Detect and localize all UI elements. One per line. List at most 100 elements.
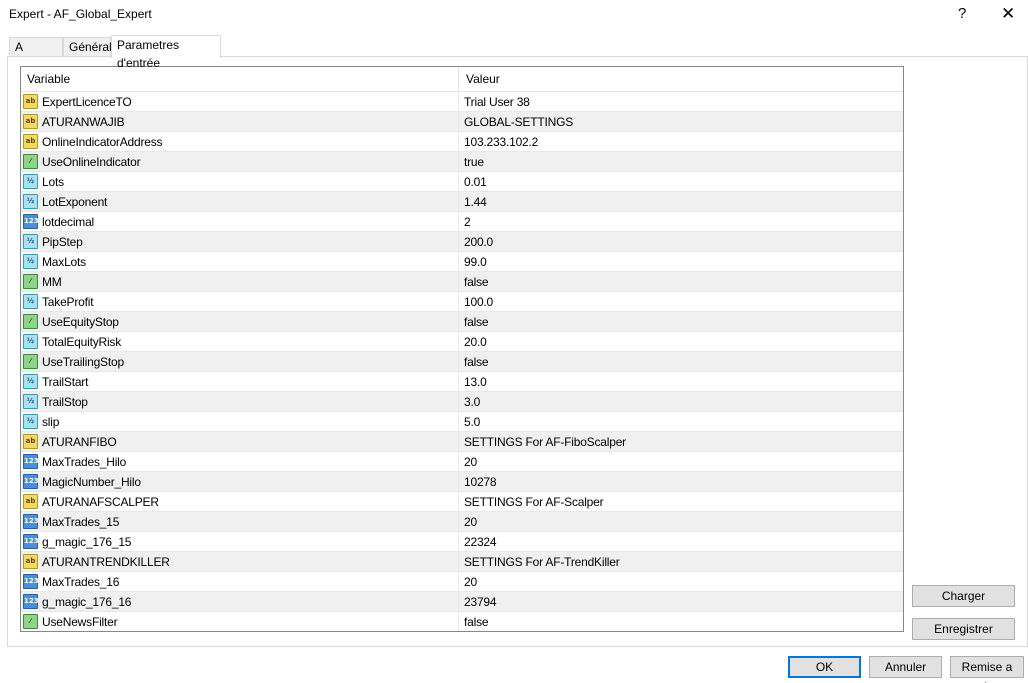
table-row[interactable]: ⁄ UseOnlineIndicator true bbox=[21, 152, 903, 172]
close-button[interactable]: ✕ bbox=[1001, 4, 1015, 24]
variable-value[interactable]: false bbox=[464, 615, 489, 629]
table-row[interactable]: ½ LotExponent 1.44 bbox=[21, 192, 903, 212]
variable-value[interactable]: 103.233.102.2 bbox=[464, 135, 538, 149]
reset-button[interactable]: Remise a zéro bbox=[950, 656, 1024, 683]
table-row[interactable]: 123 lotdecimal 2 bbox=[21, 212, 903, 232]
variable-name: Lots bbox=[42, 175, 64, 189]
cell-divider bbox=[458, 412, 459, 432]
variable-value[interactable]: 99.0 bbox=[464, 255, 487, 269]
table-row[interactable]: ⁄ MM false bbox=[21, 272, 903, 292]
table-row[interactable]: ½ Lots 0.01 bbox=[21, 172, 903, 192]
table-row[interactable]: 123 MaxTrades_Hilo 20 bbox=[21, 452, 903, 472]
variable-value[interactable]: 20 bbox=[464, 575, 477, 589]
variable-value[interactable]: 20 bbox=[464, 515, 477, 529]
table-row[interactable]: ½ MaxLots 99.0 bbox=[21, 252, 903, 272]
table-row[interactable]: ab OnlineIndicatorAddress 103.233.102.2 bbox=[21, 132, 903, 152]
variable-value[interactable]: 20 bbox=[464, 455, 477, 469]
variable-name: g_magic_176_15 bbox=[42, 535, 132, 549]
table-row[interactable]: ½ slip 5.0 bbox=[21, 412, 903, 432]
table-row[interactable]: 123 MagicNumber_Hilo 10278 bbox=[21, 472, 903, 492]
variable-value[interactable]: SETTINGS For AF-TrendKiller bbox=[464, 555, 620, 569]
table-row[interactable]: ⁄ UseNewsFilter false bbox=[21, 612, 903, 631]
cell-divider bbox=[458, 432, 459, 452]
cell-divider bbox=[458, 472, 459, 492]
cell-divider bbox=[458, 372, 459, 392]
string-type-icon: ab bbox=[23, 554, 38, 569]
variable-name: LotExponent bbox=[42, 195, 108, 209]
string-type-icon: ab bbox=[23, 134, 38, 149]
variable-value[interactable]: 5.0 bbox=[464, 415, 480, 429]
variable-value[interactable]: 23794 bbox=[464, 595, 497, 609]
table-row[interactable]: ½ TotalEquityRisk 20.0 bbox=[21, 332, 903, 352]
variable-value[interactable]: 0.01 bbox=[464, 175, 487, 189]
variable-name: lotdecimal bbox=[42, 215, 95, 229]
variable-name: MagicNumber_Hilo bbox=[42, 475, 141, 489]
table-row[interactable]: 123 MaxTrades_15 20 bbox=[21, 512, 903, 532]
table-row[interactable]: ½ TakeProfit 100.0 bbox=[21, 292, 903, 312]
cell-divider bbox=[458, 172, 459, 192]
ok-button[interactable]: OK bbox=[788, 656, 861, 678]
cell-divider bbox=[458, 92, 459, 112]
table-row[interactable]: ab ATURANTRENDKILLER SETTINGS For AF-Trend… bbox=[21, 552, 903, 572]
variable-name: UseTrailingStop bbox=[42, 355, 124, 369]
double-type-icon: ½ bbox=[23, 374, 38, 389]
variable-value[interactable]: SETTINGS For AF-FiboScalper bbox=[464, 435, 626, 449]
variable-value[interactable]: 100.0 bbox=[464, 295, 493, 309]
cancel-button[interactable]: Annuler bbox=[869, 656, 942, 678]
column-header-value[interactable]: Valeur bbox=[466, 72, 500, 86]
table-row[interactable]: ½ TrailStop 3.0 bbox=[21, 392, 903, 412]
variable-value[interactable]: 2 bbox=[464, 215, 471, 229]
variable-value[interactable]: SETTINGS For AF-Scalper bbox=[464, 495, 604, 509]
variable-value[interactable]: 22324 bbox=[464, 535, 497, 549]
tab-general[interactable]: Général bbox=[63, 37, 112, 57]
table-row[interactable]: 123 g_magic_176_15 22324 bbox=[21, 532, 903, 552]
title-bar: Expert - AF_Global_Expert ? ✕ bbox=[0, 0, 1028, 30]
variable-name: ATURANTRENDKILLER bbox=[42, 555, 170, 569]
help-button[interactable]: ? bbox=[958, 5, 966, 22]
cell-divider bbox=[458, 332, 459, 352]
variable-value[interactable]: Trial User 38 bbox=[464, 95, 530, 109]
variable-value[interactable]: 20.0 bbox=[464, 335, 487, 349]
tab-parametres-entree[interactable]: Parametres d'entrée bbox=[111, 35, 221, 70]
table-row[interactable]: ⁄ UseEquityStop false bbox=[21, 312, 903, 332]
table-row[interactable]: ⁄ UseTrailingStop false bbox=[21, 352, 903, 372]
variable-value[interactable]: GLOBAL-SETTINGS bbox=[464, 115, 573, 129]
bool-type-icon: ⁄ bbox=[23, 274, 38, 289]
tab-a-propos[interactable]: A propos bbox=[9, 37, 63, 72]
double-type-icon: ½ bbox=[23, 414, 38, 429]
variable-value[interactable]: 1.44 bbox=[464, 195, 487, 209]
bool-type-icon: ⁄ bbox=[23, 354, 38, 369]
variable-name: MM bbox=[42, 275, 62, 289]
table-row[interactable]: ½ PipStep 200.0 bbox=[21, 232, 903, 252]
load-button[interactable]: Charger bbox=[912, 585, 1015, 607]
table-row[interactable]: 123 g_magic_176_16 23794 bbox=[21, 592, 903, 612]
variable-value[interactable]: 13.0 bbox=[464, 375, 487, 389]
cell-divider bbox=[458, 132, 459, 152]
table-row[interactable]: 123 MaxTrades_16 20 bbox=[21, 572, 903, 592]
table-row[interactable]: ab ATURANWAJIB GLOBAL-SETTINGS bbox=[21, 112, 903, 132]
variable-value[interactable]: 200.0 bbox=[464, 235, 493, 249]
variable-value[interactable]: true bbox=[464, 155, 484, 169]
variable-value[interactable]: 10278 bbox=[464, 475, 497, 489]
table-row[interactable]: ab ATURANFIBO SETTINGS For AF-FiboScalper bbox=[21, 432, 903, 452]
table-row[interactable]: ½ TrailStart 13.0 bbox=[21, 372, 903, 392]
variable-value[interactable]: false bbox=[464, 275, 489, 289]
save-button[interactable]: Enregistrer bbox=[912, 618, 1015, 640]
column-divider[interactable] bbox=[458, 67, 459, 91]
int-type-icon: 123 bbox=[23, 214, 39, 229]
string-type-icon: ab bbox=[23, 94, 38, 109]
bool-type-icon: ⁄ bbox=[23, 314, 38, 329]
int-type-icon: 123 bbox=[23, 474, 39, 489]
variable-value[interactable]: false bbox=[464, 355, 489, 369]
variable-value[interactable]: false bbox=[464, 315, 489, 329]
cell-divider bbox=[458, 572, 459, 592]
table-row[interactable]: ab ExpertLicenceTO Trial User 38 bbox=[21, 92, 903, 112]
cell-divider bbox=[458, 252, 459, 272]
inputs-table[interactable]: Variable Valeur ab ExpertLicenceTO Trial U… bbox=[20, 66, 904, 632]
column-header-variable[interactable]: Variable bbox=[27, 72, 70, 86]
variable-value[interactable]: 3.0 bbox=[464, 395, 480, 409]
string-type-icon: ab bbox=[23, 494, 38, 509]
double-type-icon: ½ bbox=[23, 234, 38, 249]
cell-divider bbox=[458, 592, 459, 612]
table-row[interactable]: ab ATURANAFSCALPER SETTINGS For AF-Scalper bbox=[21, 492, 903, 512]
